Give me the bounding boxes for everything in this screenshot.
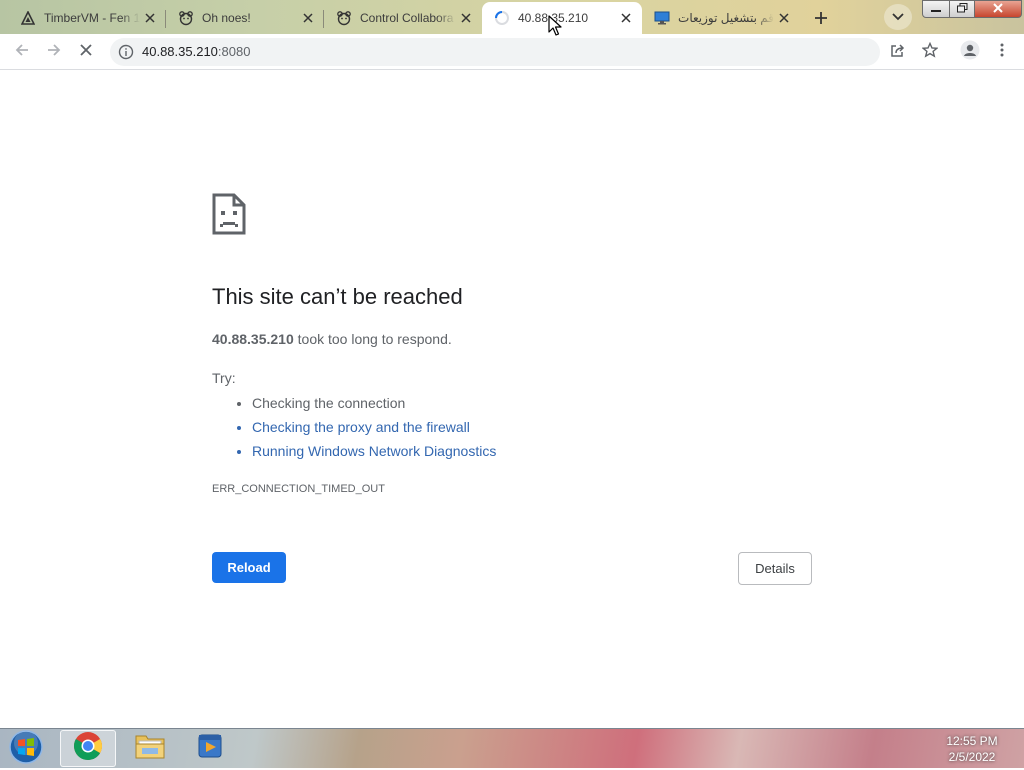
close-icon [993, 0, 1003, 18]
tab-title: قم بتشغيل توزيعات [678, 11, 774, 25]
close-icon[interactable] [298, 8, 318, 28]
arrow-left-icon [14, 42, 30, 63]
arrow-right-icon [46, 42, 62, 63]
close-icon[interactable] [140, 8, 160, 28]
suggestion-check-connection: Checking the connection [252, 394, 496, 418]
windows-orb-icon [8, 729, 44, 770]
menu-button[interactable] [988, 38, 1016, 66]
url-text: 40.88.35.210:8080 [142, 44, 250, 59]
kebab-menu-icon [1000, 43, 1004, 62]
star-icon [921, 41, 939, 63]
loading-spinner-icon [494, 10, 510, 26]
error-title: This site can’t be reached [212, 284, 463, 309]
forward-button[interactable] [40, 38, 68, 66]
tab-title: Control Collabora [360, 11, 454, 25]
chrome-icon [73, 731, 103, 766]
close-icon[interactable] [774, 8, 794, 28]
tab-arabic[interactable]: قم بتشغيل توزيعات [642, 2, 800, 34]
taskbar-chrome[interactable] [60, 730, 116, 767]
error-host: 40.88.35.210 [212, 331, 294, 347]
taskbar-file-explorer[interactable] [122, 730, 178, 767]
stop-loading-button[interactable] [72, 38, 100, 66]
back-button[interactable] [8, 38, 36, 66]
tab-active-ip[interactable]: 40.88.35.210 [482, 2, 642, 34]
close-icon[interactable] [456, 8, 476, 28]
triangle-logo-icon [20, 10, 36, 26]
maximize-button[interactable] [949, 0, 975, 18]
suggestions-list: Checking the connection Checking the pro… [212, 394, 496, 466]
share-button[interactable] [884, 38, 912, 66]
close-icon[interactable] [616, 8, 636, 28]
error-description: 40.88.35.210 took too long to respond. [212, 331, 452, 347]
clock-date: 2/5/2022 [948, 750, 996, 764]
tab-search-button[interactable] [884, 4, 912, 30]
tab-strip: TimberVM - Fen 1 Oh noes! Control Collab… [0, 0, 1024, 34]
tab-oh-noes[interactable]: Oh noes! [166, 2, 324, 34]
url-port: :8080 [217, 44, 251, 59]
address-bar[interactable]: 40.88.35.210:8080 [110, 38, 880, 66]
suggestion-network-diagnostics-link[interactable]: Running Windows Network Diagnostics [252, 442, 496, 466]
details-button[interactable]: Details [738, 552, 812, 585]
info-icon[interactable] [118, 44, 134, 65]
close-window-button[interactable] [974, 0, 1022, 18]
error-code: ERR_CONNECTION_TIMED_OUT [212, 483, 385, 495]
minimize-icon [931, 0, 941, 18]
folder-icon [134, 732, 166, 765]
media-player-icon [196, 732, 224, 765]
clock-time: 12:55 PM [946, 734, 998, 748]
tab-title: TimberVM - Fen 1 [44, 11, 140, 25]
mouse-cursor-icon [548, 15, 562, 42]
tab-title: 40.88.35.210 [518, 11, 589, 25]
sad-page-icon [212, 193, 246, 240]
tab-timbervm[interactable]: TimberVM - Fen 1 [8, 2, 166, 34]
reload-button[interactable]: Reload [212, 552, 286, 583]
restore-icon [956, 0, 968, 18]
chevron-down-icon [892, 8, 904, 26]
bear-face-icon [178, 10, 194, 26]
stop-x-icon [79, 43, 93, 62]
taskbar: 12:55 PM 2/5/2022 [0, 728, 1024, 768]
avatar-icon [960, 40, 980, 65]
error-description-text: took too long to respond. [293, 331, 452, 347]
tab-control-collabora[interactable]: Control Collabora [324, 2, 482, 34]
share-icon [890, 42, 906, 63]
bookmark-button[interactable] [916, 38, 944, 66]
suggestion-proxy-firewall-link[interactable]: Checking the proxy and the firewall [252, 418, 496, 442]
browser-toolbar: 40.88.35.210:8080 [0, 34, 1024, 70]
monitor-icon [654, 10, 670, 26]
new-tab-button[interactable] [808, 5, 834, 31]
taskbar-media-player[interactable] [182, 730, 238, 767]
bear-face-icon [336, 10, 352, 26]
start-button[interactable] [4, 729, 48, 770]
profile-button[interactable] [956, 38, 984, 66]
try-label: Try: [212, 370, 236, 386]
tab-title: Oh noes! [202, 11, 251, 25]
url-host: 40.88.35.210 [142, 44, 218, 59]
minimize-button[interactable] [922, 0, 950, 18]
system-clock[interactable]: 12:55 PM 2/5/2022 [932, 733, 1012, 765]
